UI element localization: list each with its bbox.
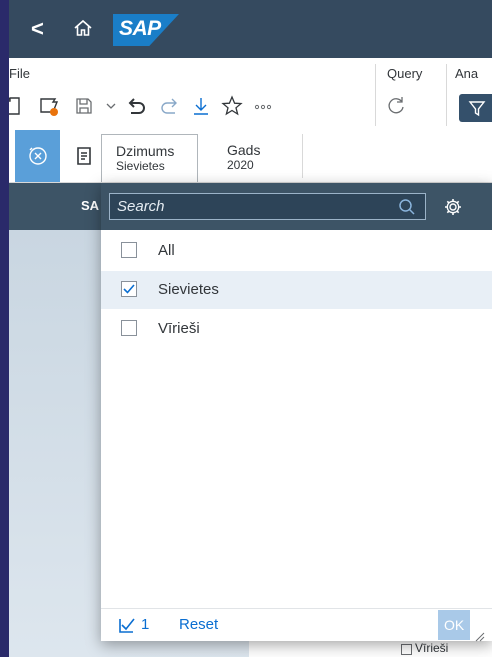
clear-filter-icon xyxy=(26,144,50,173)
menu-file[interactable]: File xyxy=(9,66,30,81)
sap-logo-text: SAP xyxy=(119,17,161,40)
undo-icon[interactable] xyxy=(125,94,149,118)
home-icon[interactable] xyxy=(73,18,93,43)
filter-button[interactable] xyxy=(459,94,492,122)
member-selector-popover: All Sievietes Vīrieši 1 Reset OK xyxy=(101,183,492,642)
list-item-label: Vīrieši xyxy=(158,320,200,337)
chip-value: Sievietes xyxy=(116,159,165,173)
check-icon xyxy=(123,284,135,294)
strip-label: SA xyxy=(81,198,100,213)
refresh-icon[interactable] xyxy=(384,94,408,118)
sap-logo[interactable]: SAP xyxy=(113,14,179,46)
gear-icon[interactable] xyxy=(443,197,463,222)
clear-filters-button[interactable] xyxy=(15,130,60,182)
chip-title: Gads xyxy=(227,142,261,158)
new-icon[interactable] xyxy=(9,94,27,118)
toolbar-divider xyxy=(375,64,376,126)
open-icon[interactable] xyxy=(37,94,61,118)
chevron-down-icon[interactable] xyxy=(99,94,123,118)
save-icon[interactable] xyxy=(72,94,96,118)
filter-bar: Dzimums Sievietes Gads 2020 xyxy=(9,130,492,183)
filter-chip-gads[interactable]: Gads 2020 xyxy=(213,134,303,178)
resize-handle-icon[interactable] xyxy=(475,629,485,647)
popover-footer: 1 Reset OK xyxy=(101,608,492,642)
list-item-all[interactable]: All xyxy=(101,232,492,270)
list-item-virieshi[interactable]: Vīrieši xyxy=(101,310,492,348)
selected-check-icon xyxy=(117,615,137,640)
filter-icon xyxy=(467,98,487,123)
list-item-label: Sievietes xyxy=(158,281,219,298)
menu-query[interactable]: Query xyxy=(387,66,422,81)
behind-checkbox-label: Vīrieši xyxy=(415,641,449,655)
toolbar-divider xyxy=(446,64,447,126)
menu-analysis[interactable]: Ana xyxy=(455,66,478,81)
more-icon[interactable] xyxy=(251,94,275,118)
popover-header xyxy=(101,183,492,230)
shell-header: < SAP xyxy=(9,0,492,58)
back-icon[interactable]: < xyxy=(31,16,44,42)
app-frame: < SAP File Query Ana Dzimums Sievietes G… xyxy=(9,0,492,657)
document-icon[interactable] xyxy=(75,146,93,171)
list-item-sievietes[interactable]: Sievietes xyxy=(101,271,492,309)
selected-count: 1 xyxy=(141,616,150,633)
checkbox[interactable] xyxy=(121,320,137,336)
reset-button[interactable]: Reset xyxy=(179,616,218,633)
chip-title: Dzimums xyxy=(116,143,175,159)
star-icon[interactable] xyxy=(220,94,244,118)
download-icon[interactable] xyxy=(189,94,213,118)
menu-toolbar: File Query Ana xyxy=(9,58,492,131)
chip-value: 2020 xyxy=(227,158,254,172)
filter-chip-dzimums[interactable]: Dzimums Sievietes xyxy=(101,134,198,182)
behind-checkbox[interactable] xyxy=(401,644,412,655)
search-icon[interactable] xyxy=(398,198,416,221)
checkbox[interactable] xyxy=(121,242,137,258)
checkbox-checked[interactable] xyxy=(121,281,137,297)
list-item-label: All xyxy=(158,242,175,259)
ok-button[interactable]: OK xyxy=(438,610,470,640)
search-input[interactable] xyxy=(109,193,426,220)
redo-icon[interactable] xyxy=(157,94,181,118)
